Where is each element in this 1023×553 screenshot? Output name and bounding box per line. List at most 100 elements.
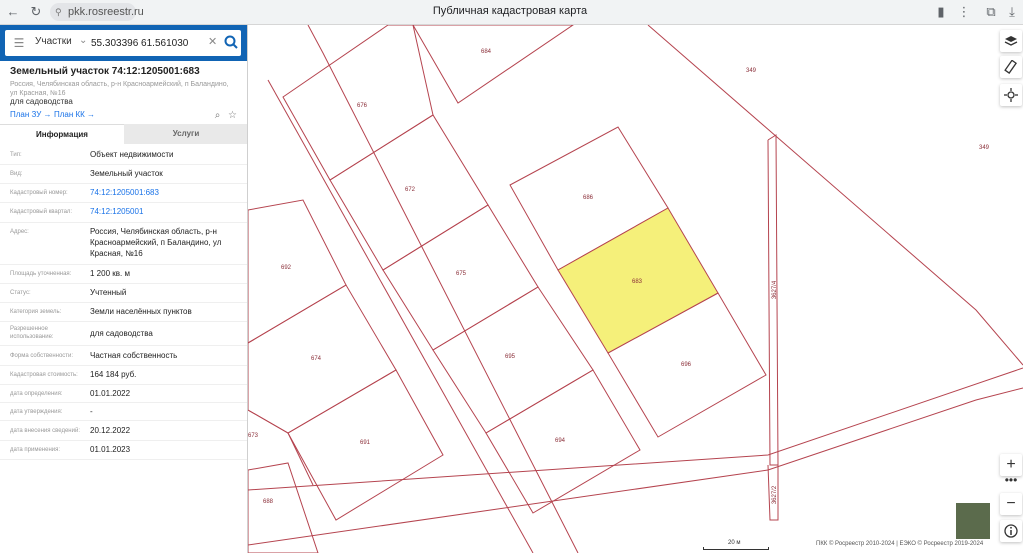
parcel-label-695: 695 — [505, 354, 516, 360]
cadastral-quarter-link[interactable]: 74:12:1205001 — [90, 206, 240, 217]
row-value: Объект недвижимости — [90, 150, 174, 159]
row-value: Земельный участок — [90, 169, 163, 178]
search-type-select[interactable]: Участки — [35, 36, 72, 47]
parcel-label-674: 674 — [311, 356, 322, 362]
row-value: Учтенный — [90, 288, 127, 297]
parcel-label-675: 675 — [456, 271, 467, 277]
search-input[interactable] — [91, 34, 211, 52]
row-label: Площадь уточненная: — [10, 271, 72, 277]
row-label: Кадастровый номер: — [10, 190, 68, 196]
back-icon[interactable]: ← — [5, 4, 21, 20]
object-title: Земельный участок 74:12:1205001:683 — [10, 66, 200, 77]
parcel-label-691: 691 — [360, 440, 371, 446]
row-label: Кадастровый квартал: — [10, 209, 73, 215]
tabs: Информация Услуги — [0, 124, 247, 144]
cadastral-map[interactable]: 676 684 349 349 672 686 692 675 683 674 … — [248, 25, 1023, 553]
tab-information[interactable]: Информация — [0, 124, 124, 144]
parcel-label-688: 688 — [263, 499, 274, 505]
row-value: 20.12.2022 — [90, 426, 131, 435]
row-label: Тип: — [10, 152, 22, 158]
plan-zu-link[interactable]: План ЗУ → — [10, 110, 52, 119]
download-icon[interactable]: ⤓ — [1004, 4, 1020, 20]
clear-icon[interactable]: ✕ — [208, 35, 217, 48]
row-label: Форма собственности: — [10, 353, 74, 359]
parcel-label-692: 692 — [281, 265, 292, 271]
ruler-icon — [1004, 60, 1017, 74]
row-label: дата внесения сведений: — [10, 428, 80, 434]
url-text: pkk.rosreestr.ru — [68, 6, 144, 18]
parcel-684 — [412, 25, 574, 104]
parcel-695 — [432, 286, 594, 434]
menu-icon[interactable]: ☰ — [12, 36, 26, 50]
row-label: Категория земель: — [10, 309, 62, 315]
parcel-label-684: 684 — [481, 49, 492, 55]
row-label: дата утверждения: — [10, 409, 63, 415]
more-menu-icon[interactable]: ⋮ — [956, 4, 972, 20]
info-row-status: Статус: Учтенный — [0, 284, 247, 303]
basemap-toggle[interactable] — [955, 502, 991, 540]
parcel-label-349: 349 — [746, 68, 757, 74]
row-value: 1 200 кв. м — [90, 269, 130, 278]
info-icon — [1004, 524, 1018, 538]
site-info-icon[interactable]: ⚲ — [55, 6, 65, 18]
road-label-3627-4: 3627/4 — [772, 280, 778, 299]
search-icon[interactable] — [223, 34, 239, 50]
parcel-label-694: 694 — [555, 438, 566, 444]
minus-icon: − — [1006, 495, 1016, 512]
row-label: Вид: — [10, 171, 23, 177]
info-row-ownership: Форма собственности: Частная собственнос… — [0, 346, 247, 366]
tab-services[interactable]: Услуги — [124, 124, 247, 144]
page-title: Публичная кадастровая карта — [432, 5, 588, 17]
favorite-star-icon[interactable]: ☆ — [227, 110, 238, 121]
bookmark-icon[interactable]: ▮ — [933, 4, 949, 20]
measure-button[interactable] — [1000, 56, 1022, 78]
info-row-cad-number: Кадастровый номер: 74:12:1205001:683 — [0, 184, 247, 203]
info-row-cad-value: Кадастровая стоимость: 164 184 руб. — [0, 366, 247, 385]
row-value: Частная собственность — [90, 351, 178, 360]
row-value: для садоводства — [90, 329, 153, 338]
address-bar[interactable]: ⚲ pkk.rosreestr.ru — [50, 3, 144, 21]
parcel-label-683: 683 — [632, 279, 643, 285]
info-row-address: Адрес: Россия, Челябинская область, р-н … — [0, 223, 247, 265]
info-row-permitted-use: Разрешенное использование: для садоводст… — [0, 322, 247, 346]
cadastral-number-link[interactable]: 74:12:1205001:683 — [90, 187, 240, 198]
scale-bar — [703, 547, 769, 550]
parcel-675 — [382, 204, 539, 351]
row-value: Россия, Челябинская область, р-н Красноа… — [90, 227, 222, 258]
info-row-date-applied: дата применения: 01.01.2023 — [0, 441, 247, 460]
parcel-label-672: 672 — [405, 187, 416, 193]
row-value: - — [90, 407, 93, 416]
chevron-down-icon[interactable]: ⌄ — [79, 35, 87, 46]
more-tools-button[interactable]: ••• — [1000, 469, 1022, 491]
row-value: Земли населённых пунктов — [90, 307, 192, 316]
zoom-out-button[interactable]: − — [1000, 493, 1022, 515]
plan-kk-link[interactable]: План КК → — [54, 110, 95, 119]
object-purpose: для садоводства — [10, 97, 73, 106]
parcel-layer[interactable]: 676 684 349 349 672 686 692 675 683 674 … — [248, 25, 1023, 553]
row-label: Кадастровая стоимость: — [10, 372, 78, 378]
reload-icon[interactable]: ↻ — [28, 4, 44, 20]
info-panel: ☰ Участки ⌄ ✕ Земельный участок 74:12:12… — [0, 25, 248, 553]
layers-icon — [1004, 36, 1018, 46]
row-label: Адрес: — [10, 229, 29, 235]
parcel-674 — [248, 284, 397, 434]
info-row-area: Площадь уточненная: 1 200 кв. м — [0, 265, 247, 284]
row-value: 01.01.2022 — [90, 389, 131, 398]
info-row-kind: Вид: Земельный участок — [0, 165, 247, 184]
ellipsis-icon: ••• — [1004, 473, 1018, 487]
row-value: 164 184 руб. — [90, 370, 137, 379]
parcel-label-349-right: 349 — [979, 145, 990, 151]
row-value: 01.01.2023 — [90, 445, 131, 454]
layers-button[interactable] — [1000, 30, 1022, 52]
zoom-to-object-icon[interactable]: ⌕ — [212, 110, 223, 121]
row-label: дата применения: — [10, 447, 61, 453]
info-button[interactable] — [1000, 520, 1022, 542]
object-address: Россия, Челябинская область, р-н Красноа… — [10, 81, 229, 97]
crosshair-icon — [1004, 88, 1018, 102]
road-boundary — [267, 79, 534, 553]
row-label: Статус: — [10, 290, 31, 296]
row-label: дата определения: — [10, 391, 63, 397]
extensions-icon[interactable]: ⧉ — [983, 4, 999, 20]
locate-button[interactable] — [1000, 84, 1022, 106]
search-box: ☰ Участки ⌄ ✕ — [5, 30, 241, 56]
